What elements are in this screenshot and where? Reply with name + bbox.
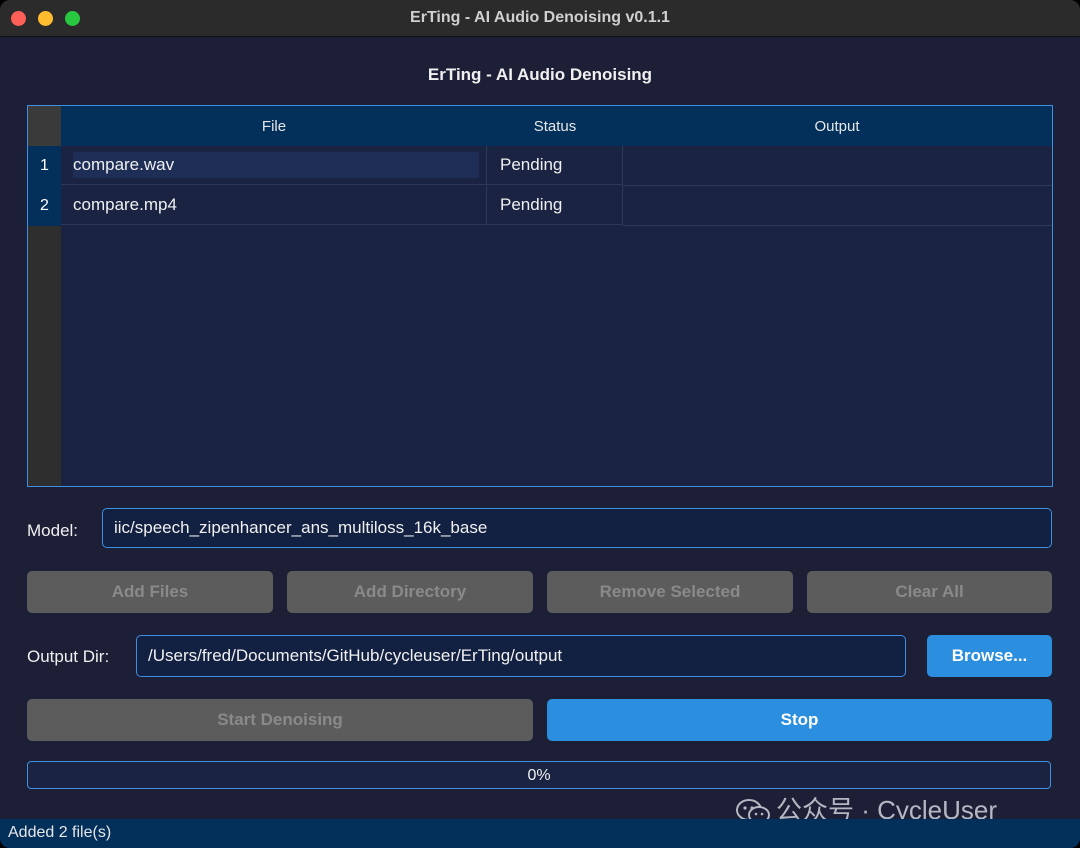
table-row[interactable]: 1 compare.wav Pending	[28, 146, 1052, 186]
file-cell[interactable]: compare.mp4	[61, 186, 487, 225]
stop-button[interactable]: Stop	[547, 699, 1052, 741]
output-cell[interactable]	[623, 146, 1052, 186]
status-cell[interactable]: Pending	[487, 146, 623, 185]
clear-all-button[interactable]: Clear All	[807, 571, 1052, 613]
column-header-file[interactable]: File	[61, 118, 487, 135]
column-header-status[interactable]: Status	[487, 118, 623, 135]
browse-button[interactable]: Browse...	[927, 635, 1052, 677]
start-denoising-button[interactable]: Start Denoising	[27, 699, 533, 741]
row-number[interactable]: 1	[28, 146, 61, 186]
remove-selected-button[interactable]: Remove Selected	[547, 571, 793, 613]
table-header: File Status Output	[61, 106, 1052, 146]
table-corner-button[interactable]	[28, 106, 61, 146]
row-number[interactable]: 2	[28, 186, 61, 226]
table-row[interactable]: 2 compare.mp4 Pending	[28, 186, 1052, 226]
column-header-output[interactable]: Output	[623, 118, 1051, 135]
output-dir-input[interactable]: /Users/fred/Documents/GitHub/cycleuser/E…	[136, 635, 906, 677]
window-title: ErTing - AI Audio Denoising v0.1.1	[410, 9, 670, 26]
status-cell[interactable]: Pending	[487, 186, 623, 225]
file-name: compare.wav	[73, 152, 479, 178]
add-files-button[interactable]: Add Files	[27, 571, 273, 613]
model-label: Model:	[27, 521, 79, 540]
model-input[interactable]: iic/speech_zipenhancer_ans_multiloss_16k…	[102, 508, 1052, 548]
output-dir-label: Output Dir:	[27, 647, 110, 666]
add-directory-button[interactable]: Add Directory	[287, 571, 533, 613]
app-window: ErTing - AI Audio Denoising v0.1.1 ErTin…	[0, 0, 1080, 848]
progress-bar: 0%	[27, 761, 1051, 789]
file-cell[interactable]: compare.wav	[61, 146, 487, 185]
status-text: Added 2 file(s)	[8, 824, 112, 841]
status-bar: Added 2 file(s)	[0, 819, 1080, 848]
output-cell[interactable]	[623, 186, 1052, 226]
file-table[interactable]: File Status Output 1 compare.wav Pending…	[27, 105, 1053, 487]
title-bar[interactable]: ErTing - AI Audio Denoising v0.1.1	[0, 0, 1080, 37]
app-heading: ErTing - AI Audio Denoising	[427, 65, 653, 84]
progress-text: 0%	[527, 767, 551, 784]
